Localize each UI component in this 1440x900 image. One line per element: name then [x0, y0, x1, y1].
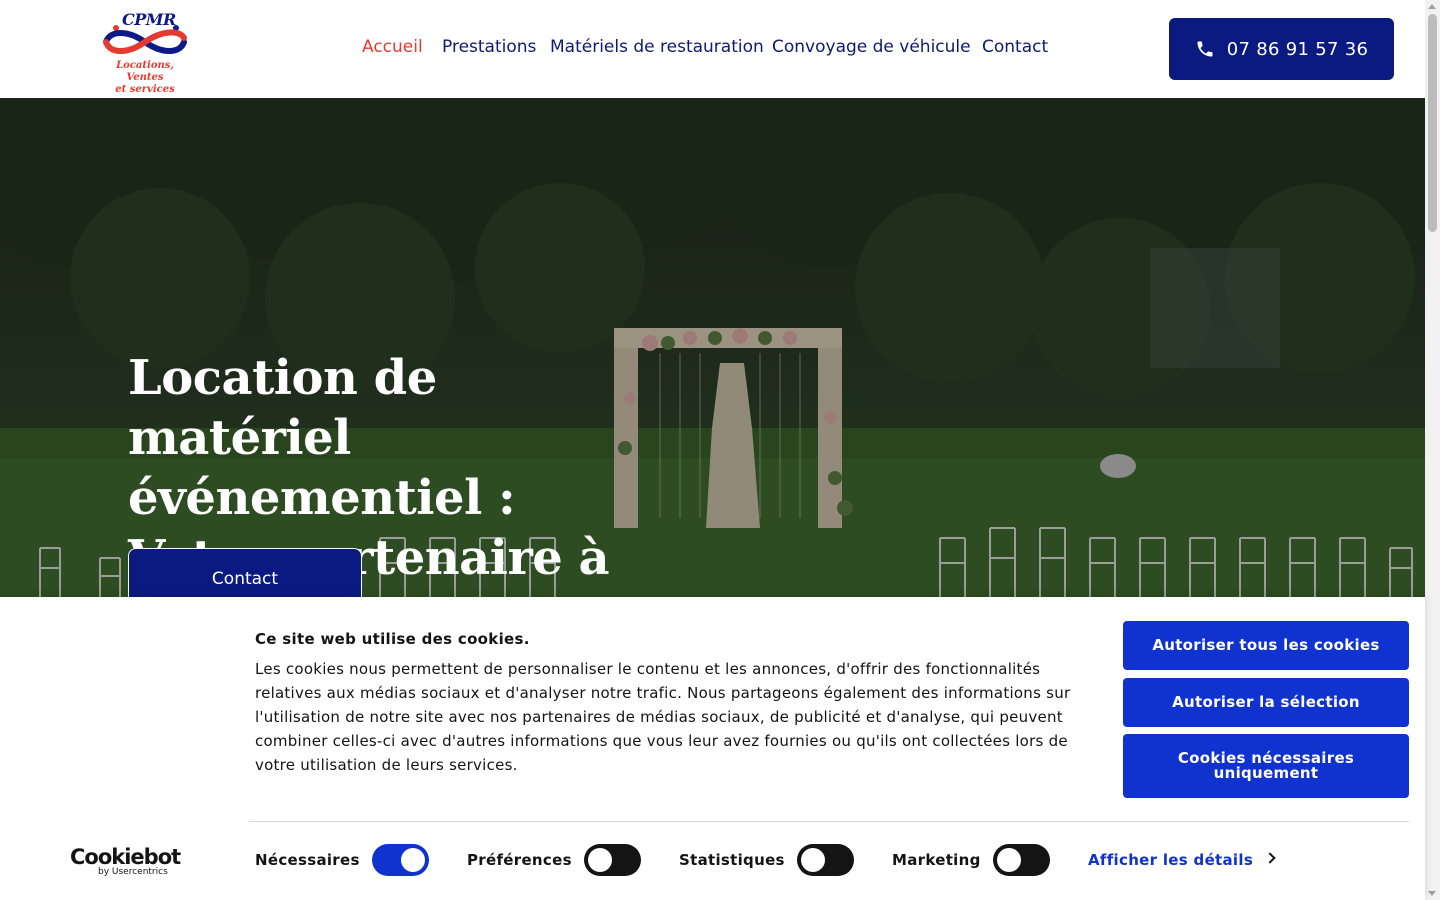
cookiebot-logo: Cookiebot by Usercentrics [70, 845, 181, 881]
nav-contact[interactable]: Contact [982, 37, 1048, 57]
toggle-label-preferences: Préférences [467, 851, 572, 869]
phone-button[interactable]: 07 86 91 57 36 [1169, 18, 1394, 80]
allow-all-cookies-button[interactable]: Autoriser tous les cookies [1123, 621, 1409, 670]
toggle-statistiques[interactable] [797, 844, 854, 876]
scroll-down-arrow-icon[interactable] [1428, 891, 1436, 896]
hero-section: Location de matériel événementiel : Votr… [0, 98, 1425, 598]
necessary-cookies-only-button[interactable]: Cookies nécessaires uniquement [1123, 734, 1409, 798]
cookie-title: Ce site web utilise des cookies. [255, 630, 530, 648]
toggle-label-marketing: Marketing [892, 851, 981, 869]
nav-convoyage-vehicule[interactable]: Convoyage de véhicule [772, 37, 971, 57]
scroll-up-arrow-icon[interactable] [1428, 4, 1436, 9]
hero-contact-button[interactable]: Contact [128, 548, 362, 598]
toggle-knob [997, 848, 1021, 872]
cookie-divider [249, 821, 1409, 822]
nav-prestations[interactable]: Prestations [442, 37, 536, 57]
logo-tagline-line2: et services [115, 84, 175, 95]
allow-selection-button[interactable]: Autoriser la sélection [1123, 678, 1409, 727]
nav-accueil[interactable]: Accueil [362, 37, 423, 57]
cookiebot-logo-subtext: by Usercentrics [98, 867, 168, 877]
show-details-link[interactable]: Afficher les détails [1088, 851, 1253, 869]
toggle-preferences[interactable] [584, 844, 641, 876]
toggle-marketing[interactable] [993, 844, 1050, 876]
nav-materiels-restauration[interactable]: Matériels de restauration [550, 37, 764, 57]
logo-tagline-line1: Locations, Ventes [116, 60, 174, 83]
toggle-label-statistiques: Statistiques [679, 851, 785, 869]
phone-number: 07 86 91 57 36 [1226, 38, 1369, 60]
page-scrollbar[interactable] [1425, 0, 1440, 900]
chevron-right-icon[interactable] [1264, 852, 1276, 864]
toggle-label-necessaires: Nécessaires [255, 851, 360, 869]
toggle-knob [588, 848, 612, 872]
site-header: CPMR Locations, Ventes et services Accue… [0, 0, 1425, 98]
cookie-description: Les cookies nous permettent de personnal… [255, 660, 1071, 774]
toggle-necessaires[interactable] [372, 844, 429, 876]
cookie-consent-banner: Ce site web utilise des cookies. Les coo… [0, 597, 1425, 900]
phone-icon [1197, 41, 1213, 57]
scrollbar-thumb[interactable] [1428, 14, 1437, 232]
logo-tagline: Locations, Ventes et services [98, 60, 192, 96]
cookiebot-logo-text: Cookiebot [70, 845, 181, 869]
toggle-knob [801, 848, 825, 872]
toggle-knob [401, 848, 425, 872]
